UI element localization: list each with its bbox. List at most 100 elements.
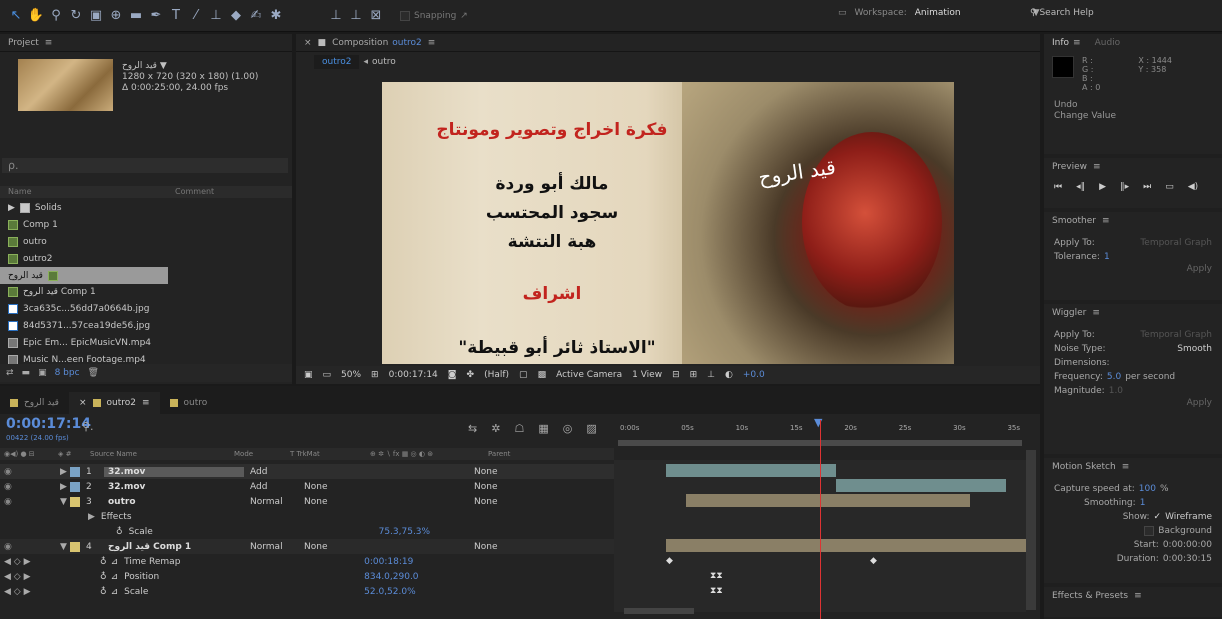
comp-tab-outro2[interactable]: outro2 [314, 55, 360, 69]
smoother-apply-button[interactable]: Apply [1172, 264, 1212, 274]
trash-icon[interactable]: 🗑 [88, 368, 99, 378]
composition-viewer[interactable]: فكرة اخراج وتصوير ومونتاج مالك أبو وردة … [382, 82, 954, 364]
layer-search-icon[interactable]: ⚲. [82, 420, 94, 433]
layer-row[interactable]: ◉ ▼ 3 outro Normal None None [0, 494, 614, 509]
panel-menu-icon[interactable]: ≡ [142, 398, 150, 408]
blend-mode-select[interactable]: Normal [244, 542, 304, 552]
ram-preview-icon[interactable]: ▭ [1165, 182, 1174, 192]
property-value[interactable]: 75.3,75.3% [379, 527, 431, 537]
list-item-selected[interactable]: قيد الروح [0, 267, 168, 284]
always-preview-icon[interactable]: ▣ [304, 370, 313, 380]
panel-menu-icon[interactable]: ≡ [1134, 591, 1142, 601]
prev-frame-icon[interactable]: ◂‖ [1076, 182, 1085, 192]
layer-row[interactable]: ◉ ▶ 2 32.mov Add None None [0, 479, 614, 494]
property-value[interactable]: 52.0,52.0% [364, 587, 416, 597]
stopwatch-icon[interactable]: ♁ [116, 527, 123, 537]
timeline-tab-active[interactable]: × outro2 ≡ [68, 392, 160, 414]
wiggler-apply-to-select[interactable]: Temporal Graph [1140, 330, 1212, 340]
property-row[interactable]: ♁ Scale 75.3,75.3% [0, 524, 614, 539]
list-item[interactable]: Epic Em... EpicMusicVN.mp4 [0, 334, 292, 351]
panel-menu-icon[interactable]: ≡ [428, 38, 436, 48]
list-item[interactable]: قيد الروح Comp 1 [0, 284, 292, 301]
frequency-value[interactable]: 5.0 [1107, 372, 1121, 382]
frame-blend-icon[interactable]: ▦ [538, 422, 548, 435]
brush-tool-icon[interactable]: ⁄ [186, 6, 206, 26]
col-trkmat[interactable]: T TrkMat [290, 448, 320, 460]
rotate-tool-icon[interactable]: ↻ [66, 6, 86, 26]
new-comp-icon[interactable]: ▣ [38, 368, 47, 378]
resolution-dropdown[interactable]: (Half) [484, 370, 509, 380]
snapshot-icon[interactable]: ◙ [448, 370, 457, 380]
blend-mode-select[interactable]: Add [244, 482, 304, 492]
layer-name[interactable]: 32.mov [104, 466, 244, 477]
keyframe-icon[interactable]: ⧗⧗ [710, 571, 723, 581]
puppet-tool-icon[interactable]: ✱ [266, 6, 286, 26]
property-row[interactable]: ◀ ◇ ▶ ♁ ⊿ Time Remap 0:00:18:19 [0, 554, 614, 569]
keyframe-nav-icon[interactable]: ◀ ◇ ▶ [4, 557, 100, 567]
exposure-icon[interactable]: ◐ [725, 370, 733, 380]
zoom-level[interactable]: 50% [341, 370, 361, 380]
dimensions-select[interactable]: Dimensions: [1054, 358, 1110, 368]
panel-menu-icon[interactable]: ≡ [1092, 308, 1100, 318]
panel-menu-icon[interactable]: ≡ [1073, 38, 1081, 48]
close-icon[interactable]: × [79, 398, 87, 408]
transparency-grid-icon[interactable]: ▩ [538, 370, 547, 380]
layer-name[interactable]: 32.mov [104, 482, 244, 492]
blend-mode-select[interactable]: Normal [244, 497, 304, 507]
motion-blur-icon[interactable]: ◎ [563, 422, 573, 435]
smoother-tolerance-value[interactable]: 1 [1104, 252, 1110, 262]
current-time-indicator[interactable] [820, 420, 821, 619]
parent-select[interactable]: None [474, 497, 554, 507]
blend-mode-select[interactable]: Add [244, 467, 304, 477]
visibility-icon[interactable]: ◉ [0, 467, 60, 477]
lock-icon[interactable]: ■ [318, 38, 327, 48]
layer-row[interactable]: ◉ ▶ 1 32.mov Add None [0, 464, 614, 479]
trkmat-select[interactable]: None [304, 482, 364, 492]
parent-select[interactable]: None [474, 467, 554, 477]
axis-view-icon[interactable]: ⊠ [366, 6, 386, 26]
channel-icon[interactable]: ✤ [467, 370, 475, 380]
zoom-tool-icon[interactable]: ⚲ [46, 6, 66, 26]
graph-icon[interactable]: ⊿ [111, 587, 119, 597]
graph-icon[interactable]: ⊿ [111, 572, 119, 582]
current-time[interactable]: 0:00:17:14 [389, 370, 438, 380]
layer-bar[interactable] [686, 494, 970, 507]
camera-dropdown[interactable]: Active Camera [556, 370, 622, 380]
playhead-icon[interactable]: ▼ [814, 416, 822, 429]
monitor-icon[interactable]: ▭ [323, 370, 332, 380]
next-frame-icon[interactable]: ‖▸ [1120, 182, 1129, 192]
list-item[interactable]: Comp 1 [0, 217, 292, 234]
layer-bar[interactable] [666, 464, 836, 477]
effects-row[interactable]: ▶ Effects [0, 509, 614, 524]
shy-icon[interactable]: ☖ [514, 422, 524, 435]
layer-row[interactable]: ◉ ▼ 4 قيد الروح Comp 1 Normal None None [0, 539, 614, 554]
layer-name[interactable]: outro [104, 497, 244, 507]
visibility-icon[interactable]: ◉ [0, 497, 60, 507]
smoothing-value[interactable]: 1 [1140, 498, 1146, 508]
property-row[interactable]: ◀ ◇ ▶ ♁ ⊿ Scale 52.0,52.0% [0, 584, 614, 599]
stopwatch-icon[interactable]: ♁ [100, 557, 107, 567]
list-item[interactable]: outro [0, 234, 292, 251]
capture-speed-value[interactable]: 100 [1139, 484, 1156, 494]
first-frame-icon[interactable]: ⏮ [1054, 182, 1062, 192]
flowchart-icon[interactable]: ⊥ [707, 370, 715, 380]
background-checkbox[interactable] [1144, 526, 1155, 536]
roi-icon[interactable]: ▢ [519, 370, 528, 380]
timeline-scrollbar[interactable] [1026, 450, 1036, 610]
type-tool-icon[interactable]: T [166, 6, 186, 26]
property-value[interactable]: 0:00:18:19 [364, 557, 413, 567]
timeline-timecode[interactable]: 0:00:17:14 [6, 416, 91, 432]
audio-icon[interactable]: ◀) [1188, 182, 1198, 192]
last-frame-icon[interactable]: ⏭ [1143, 182, 1151, 192]
trkmat-select[interactable]: None [304, 542, 364, 552]
roto-brush-tool-icon[interactable]: ✍ [246, 6, 266, 26]
camera-tool-icon[interactable]: ▣ [86, 6, 106, 26]
hand-tool-icon[interactable]: ✋ [26, 6, 46, 26]
tab-audio[interactable]: Audio [1095, 38, 1121, 48]
stopwatch-icon[interactable]: ♁ [100, 572, 107, 582]
graph-icon[interactable]: ⊿ [111, 557, 119, 567]
panel-menu-icon[interactable]: ≡ [1122, 462, 1130, 472]
property-value[interactable]: 834.0,290.0 [364, 572, 418, 582]
stopwatch-icon[interactable]: ♁ [100, 587, 107, 597]
eraser-tool-icon[interactable]: ◆ [226, 6, 246, 26]
